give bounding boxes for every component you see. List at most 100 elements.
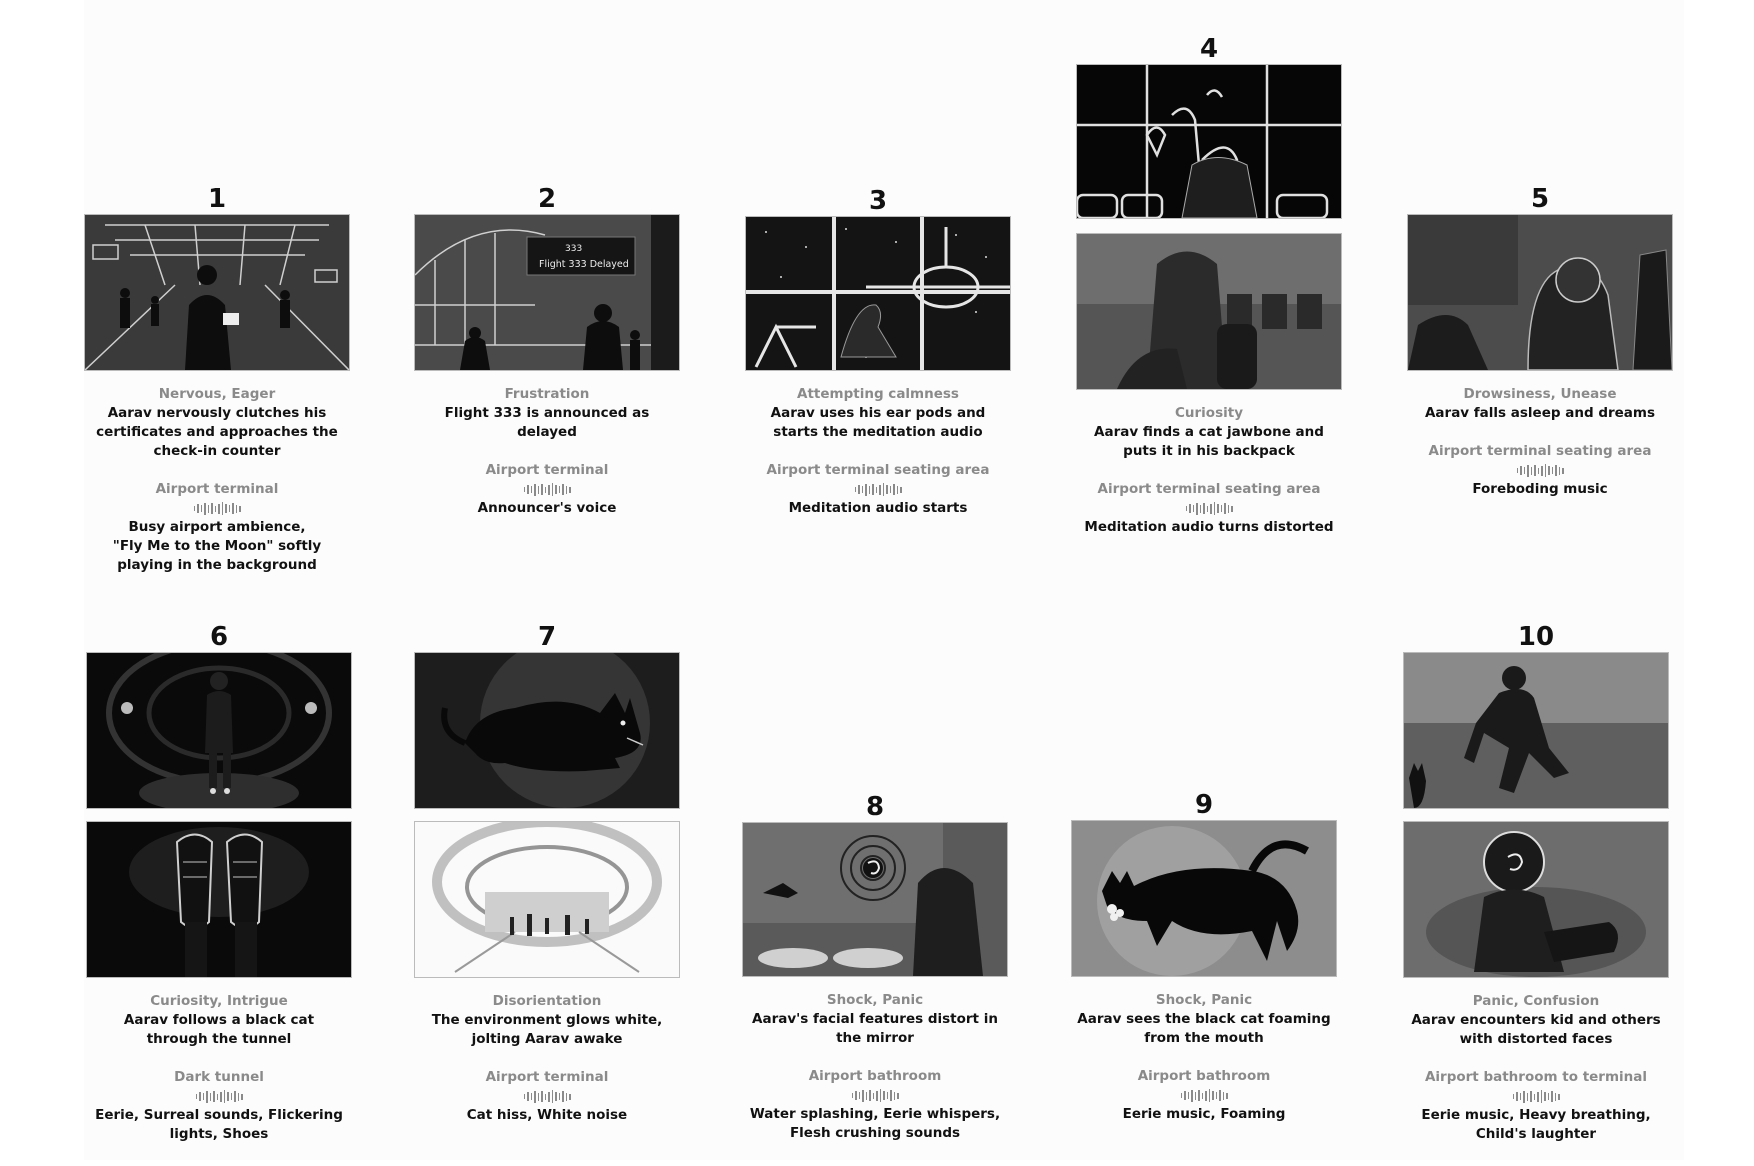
panel-3: 3 Attempting calmness Aarav uses his ear… bbox=[745, 186, 1011, 518]
waveform-bar bbox=[202, 1093, 204, 1100]
waveform-bar bbox=[230, 1093, 232, 1100]
location-label: Airport bathroom bbox=[808, 1068, 942, 1084]
action-text: Aarav falls asleep and dreams bbox=[1424, 405, 1656, 421]
waveform-bar bbox=[1523, 467, 1525, 474]
waveform-bar bbox=[1548, 466, 1550, 475]
waveform-bar bbox=[193, 506, 195, 511]
location-label: Dark tunnel bbox=[174, 1069, 264, 1085]
waveform-bar bbox=[883, 1091, 885, 1100]
waveform-bar bbox=[1547, 1093, 1549, 1100]
panel-1: 1 Nervous, Eager Aarav nervously clutche… bbox=[84, 184, 350, 575]
waveform-bar bbox=[534, 483, 536, 496]
sound-text: Announcer's voice bbox=[477, 500, 617, 516]
panel-number: 5 bbox=[1530, 184, 1550, 214]
waveform-bar bbox=[1519, 1093, 1521, 1100]
action-text: Aarav sees the black cat foaming from th… bbox=[1077, 1011, 1331, 1046]
waveform-bar bbox=[1544, 464, 1546, 477]
waveform-bar bbox=[855, 1091, 857, 1100]
waveform-bar bbox=[893, 484, 895, 495]
waveform-bar bbox=[527, 485, 529, 494]
airport-crowd-image bbox=[84, 214, 350, 371]
waveform-bar bbox=[1551, 1091, 1553, 1102]
waveform-bar bbox=[1558, 1093, 1560, 1100]
waveform-bar bbox=[1551, 467, 1553, 474]
waveform-bar bbox=[1516, 468, 1518, 473]
waveform-bar bbox=[541, 484, 543, 495]
waveform-bar bbox=[1558, 466, 1560, 475]
waveform-bar bbox=[558, 486, 560, 493]
panel-5: 5 Drowsiness, Unease Aarav falls asleep … bbox=[1407, 184, 1673, 499]
emotion-label: Nervous, Eager bbox=[158, 386, 276, 402]
waveform-bar bbox=[1554, 1092, 1556, 1101]
action-text: Aarav encounters kid and others with dis… bbox=[1411, 1012, 1661, 1047]
waveform-bar bbox=[534, 1090, 536, 1103]
waveform-bar bbox=[221, 502, 223, 515]
emotion-label: Curiosity, Intrigue bbox=[150, 993, 288, 1009]
location-label: Airport terminal seating area bbox=[1097, 481, 1321, 497]
sound-text: Eerie, Surreal sounds, Flickering lights… bbox=[95, 1107, 343, 1142]
panel-number: 6 bbox=[209, 622, 229, 652]
panel-number: 10 bbox=[1517, 622, 1555, 652]
hissing-cat-image bbox=[414, 652, 680, 809]
waveform-bar bbox=[206, 1090, 208, 1103]
location-label: Airport terminal seating area bbox=[766, 462, 990, 478]
waveform-bar bbox=[886, 485, 888, 494]
location-label: Airport terminal bbox=[155, 481, 279, 497]
white-terminal-image bbox=[414, 821, 680, 978]
audio-waveform-icon bbox=[745, 480, 1011, 499]
audio-waveform-icon bbox=[84, 499, 350, 518]
waveform-bar bbox=[541, 1091, 543, 1102]
waveform-bar bbox=[551, 1090, 553, 1103]
waveform-bar bbox=[523, 487, 525, 492]
waveform-bar bbox=[879, 1089, 881, 1102]
waveform-bar bbox=[858, 485, 860, 494]
waveform-bar bbox=[1180, 1093, 1182, 1098]
waveform-bar bbox=[890, 1090, 892, 1101]
waveform-bar bbox=[1192, 505, 1194, 512]
emotion-label: Drowsiness, Unease bbox=[1463, 386, 1617, 402]
waveform-bar bbox=[1212, 1091, 1214, 1100]
audio-waveform-icon bbox=[414, 480, 680, 499]
waveform-bar bbox=[1205, 1090, 1207, 1101]
waveform-bar bbox=[868, 485, 870, 494]
action-text: Aarav finds a cat jawbone and puts it in… bbox=[1094, 424, 1324, 459]
panel-number: 7 bbox=[537, 622, 557, 652]
waveform-bar bbox=[1185, 506, 1187, 511]
waveform-bar bbox=[530, 1093, 532, 1100]
waveform-bar bbox=[1520, 466, 1522, 475]
panel-number: 4 bbox=[1199, 34, 1219, 64]
waveform-bar bbox=[225, 504, 227, 513]
audio-waveform-icon bbox=[742, 1086, 1008, 1105]
location-label: Airport terminal bbox=[485, 462, 609, 478]
sound-text: Eerie music, Foaming bbox=[1122, 1106, 1286, 1122]
emotion-label: Shock, Panic bbox=[1155, 992, 1253, 1008]
shoes-image bbox=[86, 821, 352, 978]
waveform-bar bbox=[886, 1092, 888, 1099]
waveform-bar bbox=[1191, 1089, 1193, 1102]
sound-text: Meditation audio starts bbox=[788, 500, 968, 516]
waveform-bar bbox=[1533, 1093, 1535, 1100]
pov-feet-image bbox=[1076, 64, 1342, 219]
waveform-bar bbox=[1220, 505, 1222, 512]
waveform-bar bbox=[854, 487, 856, 492]
waveform-bar bbox=[1527, 464, 1529, 477]
waveform-bar bbox=[1227, 504, 1229, 513]
waveform-bar bbox=[227, 1092, 229, 1101]
waveform-bar bbox=[555, 1092, 557, 1101]
panel-2: 2 333 Flight 333 Delayed Frustration Fli… bbox=[414, 184, 680, 518]
waveform-bar bbox=[213, 1091, 215, 1102]
location-label: Airport terminal seating area bbox=[1428, 443, 1652, 459]
waveform-bar bbox=[241, 1093, 243, 1100]
panel-number: 2 bbox=[537, 184, 557, 214]
waveform-bar bbox=[1213, 502, 1215, 515]
waveform-bar bbox=[1526, 1092, 1528, 1101]
location-label: Airport bathroom bbox=[1137, 1068, 1271, 1084]
waveform-bar bbox=[207, 504, 209, 513]
distorted-kid-image bbox=[1403, 821, 1669, 978]
waveform-bar bbox=[872, 1092, 874, 1099]
waveform-bar bbox=[876, 1090, 878, 1101]
waveform-bar bbox=[197, 504, 199, 513]
waveform-bar bbox=[235, 504, 237, 513]
waveform-bar bbox=[209, 1092, 211, 1101]
waveform-bar bbox=[1555, 465, 1557, 476]
